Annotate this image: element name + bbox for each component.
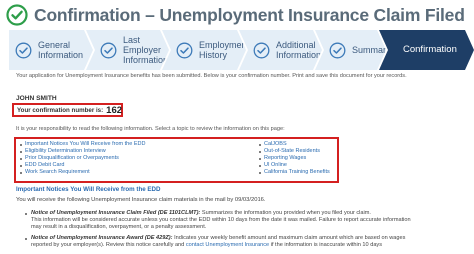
topic-link[interactable]: Reporting Wages <box>259 155 330 162</box>
step-general-information[interactable]: General Information <box>9 30 93 70</box>
notice-text: may result in a disqualification, overpa… <box>31 224 207 230</box>
notice-title: Notice of Unemployment Insurance Claim F… <box>31 210 201 216</box>
claimant-name: JOHN SMITH <box>16 95 57 102</box>
step-additional-information[interactable]: Additional Information <box>239 30 322 70</box>
confirmation-number-box: Your confirmation number is: 162 <box>12 103 123 117</box>
bullet <box>20 164 22 167</box>
bullet <box>25 238 27 240</box>
step-summary[interactable]: Summary <box>315 30 386 70</box>
topic-link[interactable]: EDD Debit Card <box>20 162 145 169</box>
notice-text: Indicates your weekly benefit amount and… <box>172 235 406 241</box>
step-label: Last Employer Information <box>123 35 169 65</box>
notice-text: reported by your employer(s). Review thi… <box>31 242 186 248</box>
confirmation-label: Your confirmation number is: <box>17 106 104 114</box>
step-confirmation[interactable]: Confirmation <box>379 30 474 70</box>
bullet <box>259 171 261 174</box>
section-heading-notices: Important Notices You Will Receive from … <box>16 186 161 193</box>
check-circle-icon <box>15 42 32 59</box>
topic-link[interactable]: Prior Disqualification or Overpayments <box>20 155 145 162</box>
topic-link[interactable]: Work Search Requirement <box>20 169 145 176</box>
notice-title: Notice of Unemployment Insurance Award (… <box>31 235 173 241</box>
read-info-text: It is your responsibility to read the fo… <box>16 126 285 132</box>
notice-text: Summarizes the information you provided … <box>200 210 371 216</box>
notice-item: Notice of Unemployment Insurance Award (… <box>31 235 405 249</box>
check-circle-icon <box>100 42 117 59</box>
page-header: Confirmation – Unemployment Insurance Cl… <box>6 4 465 26</box>
topic-link[interactable]: CalJOBS <box>259 141 330 148</box>
progress-stepper: General Information Last Employer Informati… <box>9 30 474 70</box>
check-circle-icon <box>6 4 28 26</box>
bullet <box>25 213 27 215</box>
check-circle-icon <box>253 42 270 59</box>
topic-link[interactable]: California Training Benefits <box>259 169 330 176</box>
topic-link[interactable]: UI Online <box>259 162 330 169</box>
check-circle-icon <box>329 42 346 59</box>
bullet <box>20 171 22 174</box>
step-last-employer-information[interactable]: Last Employer Information <box>86 30 169 70</box>
topics-box: Important Notices You Will Receive from … <box>14 137 339 183</box>
topics-list-left: Important Notices You Will Receive from … <box>20 141 145 176</box>
bullet <box>259 143 261 146</box>
confirmation-number: 162 <box>106 104 123 116</box>
step-label: General Information <box>38 40 84 60</box>
page-title: Confirmation – Unemployment Insurance Cl… <box>34 4 465 25</box>
intro-text: Your application for Unemployment Insura… <box>16 73 407 79</box>
topic-link[interactable]: Important Notices You Will Receive from … <box>20 141 145 148</box>
bullet <box>259 150 261 153</box>
bullet <box>259 157 261 160</box>
notice-text: if the information is inaccurate within … <box>269 242 383 248</box>
notice-item: Notice of Unemployment Insurance Claim F… <box>31 210 411 231</box>
bullet <box>259 164 261 167</box>
topic-link[interactable]: Out-of-State Residents <box>259 148 330 155</box>
bullet <box>20 157 22 160</box>
bullet <box>20 143 22 146</box>
bullet <box>20 150 22 153</box>
topic-link[interactable]: Eligibility Determination Interview <box>20 148 145 155</box>
step-label: Confirmation <box>403 44 457 55</box>
step-employment-history[interactable]: Employment History <box>162 30 246 70</box>
topics-list-right: CalJOBS Out-of-State Residents Reporting… <box>259 141 330 176</box>
check-circle-icon <box>176 42 193 59</box>
step-label: Employment History <box>199 40 250 60</box>
step-label: Summary <box>352 45 391 55</box>
step-label: Additional Information <box>276 40 322 60</box>
notice-text: This information will be considered accu… <box>31 217 411 223</box>
notices-intro: You will receive the following Unemploym… <box>16 197 266 203</box>
contact-ui-link[interactable]: contact Unemployment Insurance <box>186 242 269 248</box>
